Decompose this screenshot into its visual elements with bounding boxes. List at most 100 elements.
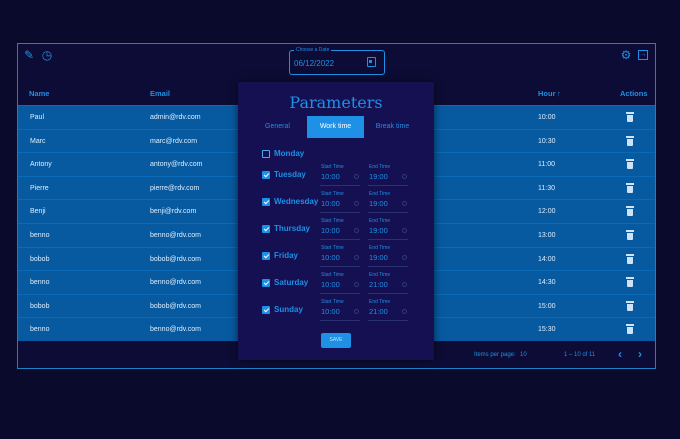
start-time-label: Start Time [321,272,344,278]
day-checkbox[interactable] [262,150,270,158]
save-button[interactable]: SAVE [321,333,351,348]
day-checkbox[interactable] [262,306,270,314]
end-time-field[interactable]: End Time 19:00 [368,218,408,240]
clock-icon[interactable] [354,201,359,206]
day-checkbox[interactable] [262,252,270,260]
trash-icon[interactable] [626,112,634,122]
end-time-label: End Time [369,218,391,224]
calendar-icon[interactable] [367,57,376,67]
gear-icon[interactable]: ⚙ [619,48,633,62]
start-time-value[interactable]: 10:00 [321,199,340,208]
trash-icon[interactable] [626,206,634,217]
row-name: bobob [30,255,50,263]
start-time-field[interactable]: Start Time 10:00 [320,218,360,240]
page-size-select[interactable]: 10 [520,352,527,358]
end-time-label: End Time [369,191,391,197]
logout-icon[interactable]: → [638,50,648,60]
trash-icon[interactable] [626,277,634,288]
row-hour: 10:30 [538,137,556,145]
row-hour: 11:00 [538,161,555,169]
start-time-field[interactable]: Start Time 10:00 [320,272,360,294]
start-time-value[interactable]: 10:00 [321,307,340,316]
next-page-button[interactable]: › [638,348,648,360]
history-icon[interactable]: ◷ [40,48,54,62]
start-time-field[interactable]: Start Time 10:00 [320,191,360,213]
row-email: benno@rdv.com [150,232,201,239]
tab-general[interactable]: General [249,116,306,138]
row-name: Antony [30,161,52,169]
end-time-field[interactable]: End Time 19:00 [368,191,408,213]
pencil-icon[interactable]: ✎ [22,48,36,62]
trash-icon[interactable] [626,135,634,146]
end-time-value[interactable]: 19:00 [369,172,388,181]
row-email: bobob@rdv.com [150,302,201,310]
row-name: Paul [30,114,45,121]
clock-icon[interactable] [354,282,359,287]
sort-arrow-icon[interactable]: ↑ [557,89,561,98]
tab-break-time[interactable]: Break time [364,116,421,138]
day-label: Tuesday [274,170,306,179]
trash-icon[interactable] [626,324,634,335]
start-time-value[interactable]: 10:00 [321,172,340,181]
day-label: Wednesday [274,197,319,206]
clock-icon[interactable] [354,228,359,233]
tab-work-time[interactable]: Work time [307,116,364,138]
column-header-name[interactable]: Name [29,89,49,98]
clock-icon[interactable] [402,174,407,179]
clock-icon[interactable] [402,201,407,206]
start-time-label: Start Time [321,218,344,224]
row-email: antony@rdv.com [150,161,203,169]
row-name: Pierre [30,184,49,192]
clock-icon[interactable] [354,309,359,314]
end-time-value[interactable]: 21:00 [369,307,388,316]
start-time-value[interactable]: 10:00 [321,226,340,235]
start-time-field[interactable]: Start Time 10:00 [320,245,360,267]
trash-icon[interactable] [626,253,634,264]
end-time-field[interactable]: End Time 21:00 [368,272,408,294]
end-time-label: End Time [369,245,391,251]
start-time-label: Start Time [321,164,344,170]
end-time-value[interactable]: 19:00 [369,226,388,235]
trash-icon[interactable] [626,230,634,240]
previous-page-button[interactable]: ‹ [618,348,628,360]
row-name: benno [30,279,50,287]
start-time-value[interactable]: 10:00 [321,280,340,289]
end-time-value[interactable]: 19:00 [369,199,388,208]
row-email: marc@rdv.com [150,137,198,145]
day-checkbox[interactable] [262,171,270,179]
clock-icon[interactable] [402,228,407,233]
day-label: Saturday [274,278,309,287]
clock-icon[interactable] [402,282,407,287]
row-name: Benji [30,208,46,216]
trash-icon[interactable] [626,159,634,170]
row-name: benno [30,326,50,334]
day-checkbox[interactable] [262,198,270,206]
column-header-hour[interactable]: Hour [538,89,556,98]
start-time-field[interactable]: Start Time 10:00 [320,299,360,321]
end-time-value[interactable]: 19:00 [369,253,388,262]
end-time-label: End Time [369,164,391,170]
trash-icon[interactable] [626,300,634,311]
clock-icon[interactable] [402,309,407,314]
trash-icon[interactable] [626,182,634,193]
row-hour: 10:00 [538,114,556,121]
date-picker-value[interactable]: 06/12/2022 [294,59,334,68]
clock-icon[interactable] [354,174,359,179]
end-time-field[interactable]: End Time 19:00 [368,245,408,267]
day-checkbox[interactable] [262,279,270,287]
row-hour: 14:30 [538,279,556,287]
day-checkbox[interactable] [262,225,270,233]
clock-icon[interactable] [354,255,359,260]
end-time-value[interactable]: 21:00 [369,280,388,289]
end-time-field[interactable]: End Time 21:00 [368,299,408,321]
column-header-actions: Actions [620,89,648,98]
row-name: Marc [30,137,46,145]
page-range: 1 – 10 of 11 [564,352,596,358]
column-header-email[interactable]: Email [150,89,170,98]
date-picker[interactable]: Choose a Date 06/12/2022 [289,46,385,75]
start-time-label: Start Time [321,245,344,251]
start-time-value[interactable]: 10:00 [321,253,340,262]
clock-icon[interactable] [402,255,407,260]
start-time-field[interactable]: Start Time 10:00 [320,164,360,186]
end-time-field[interactable]: End Time 19:00 [368,164,408,186]
